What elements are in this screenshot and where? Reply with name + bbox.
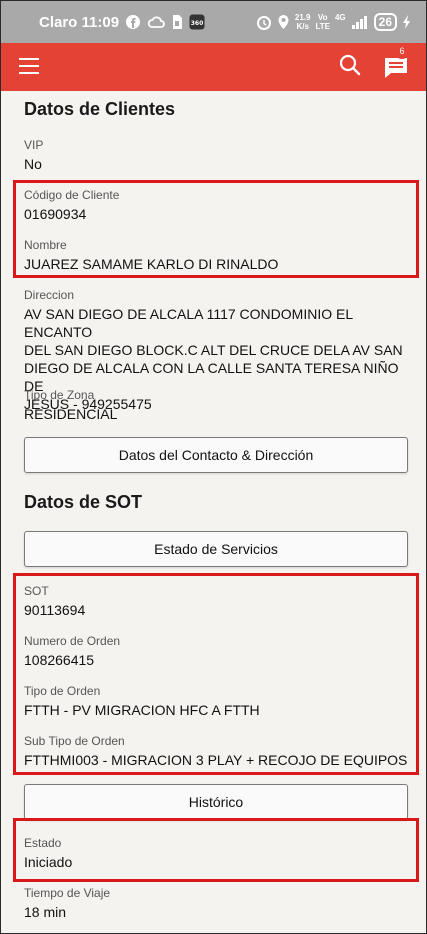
volte-top: Vo: [317, 13, 328, 22]
app-bar: 6: [1, 43, 426, 91]
screen: Claro 11:09 360 21.9 K/s Vo LTE 4G 26 6 …: [0, 0, 427, 934]
estado-servicios-button[interactable]: Estado de Servicios: [24, 531, 408, 567]
tiempo-label: Tiempo de Viaje: [24, 886, 111, 900]
location-icon: [277, 14, 290, 30]
highlight-box-sot: [13, 573, 419, 775]
charging-icon: [402, 14, 412, 30]
sim-icon: [171, 14, 183, 30]
carrier-time: Claro 11:09: [39, 13, 120, 31]
svg-text:360: 360: [191, 20, 204, 27]
tiempo-value: 18 min: [24, 904, 67, 920]
tipo-zona-label: Tipo de Zona: [24, 388, 95, 402]
alarm-icon: [256, 14, 272, 30]
historico-button[interactable]: Histórico: [24, 784, 408, 820]
net-speed-unit: K/s: [296, 22, 309, 31]
volte-bottom: LTE: [315, 22, 330, 31]
direccion-line: AV SAN DIEGO DE ALCALA 1117 CONDOMINIO E…: [24, 306, 353, 340]
signal-icon: [351, 14, 369, 30]
volte-indicator: Vo LTE: [315, 13, 330, 31]
notification-badge: 6: [394, 43, 410, 59]
tipo-zona-value: RESIDENCIAL: [24, 406, 118, 422]
network-type: 4G: [335, 13, 346, 31]
section-title-sot: Datos de SOT: [24, 492, 143, 512]
field-vip: VIP No: [24, 138, 409, 173]
vip-value: No: [24, 156, 42, 172]
app-360-icon: 360: [189, 14, 205, 30]
facebook-icon: [125, 14, 141, 30]
field-tiempo-viaje: Tiempo de Viaje 18 min: [24, 886, 409, 921]
vip-label: VIP: [24, 138, 44, 152]
network-type-label: 4G: [334, 13, 346, 22]
search-icon[interactable]: [338, 53, 362, 77]
status-bar: Claro 11:09 360 21.9 K/s Vo LTE 4G 26: [1, 1, 426, 43]
net-speed: 21.9 K/s: [295, 13, 311, 31]
contacto-direccion-button[interactable]: Datos del Contacto & Dirección: [24, 437, 408, 473]
field-tipo-zona: Tipo de Zona RESIDENCIAL: [24, 388, 409, 423]
highlight-box-cliente: [13, 180, 419, 278]
direccion-label: Direccion: [24, 288, 75, 302]
battery-level: 26: [373, 13, 397, 31]
section-title-clientes: Datos de Clientes: [24, 99, 176, 119]
cloud-icon: [147, 15, 165, 29]
highlight-box-estado: [13, 818, 419, 882]
direccion-line: DEL SAN DIEGO BLOCK.C ALT DEL CRUCE DELA…: [24, 342, 403, 358]
net-speed-value: 21.9: [294, 13, 311, 22]
menu-icon[interactable]: [19, 58, 39, 74]
